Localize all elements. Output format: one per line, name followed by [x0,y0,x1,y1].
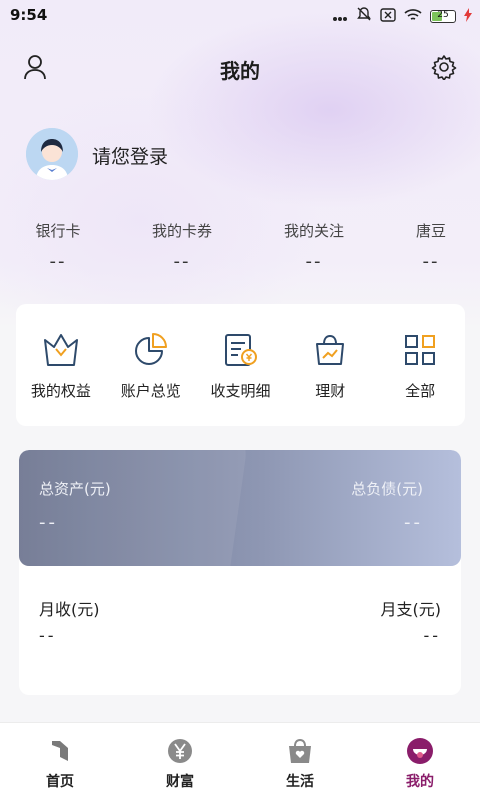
battery-indicator: 25 [430,9,456,23]
total-assets-label: 总资产(元) [39,480,111,498]
tab-label: 首页 [46,774,74,790]
stat-value: -- [305,251,323,272]
login-prompt[interactable]: 请您登录 [92,142,168,169]
stat-coupons[interactable]: 我的卡券 -- [132,220,232,272]
bell-mute-icon [356,6,372,26]
menu-item-account-overview[interactable]: 账户总览 [106,330,196,426]
tab-label: 生活 [286,774,314,790]
menu-item-label: 全部 [405,382,436,400]
menu-item-label: 理财 [315,382,346,400]
bottom-tab-bar: 首页 财富 生活 我的 [0,722,480,800]
more-dots-icon [332,7,348,26]
home-icon [46,737,74,765]
wealth-bag-icon [310,330,350,370]
grid-icon [400,330,440,370]
stat-label: 银行卡 [35,222,81,240]
bill-icon [220,330,260,370]
monthly-income-value: -- [39,626,57,645]
menu-item-all[interactable]: 全部 [375,330,465,426]
stat-label: 我的关注 [283,222,344,240]
monthly-expense-value: -- [423,626,441,645]
monthly-expense-label: 月支(元) [380,600,442,619]
asset-card-header: 总资产(元) -- 总负债(元) -- [19,450,461,566]
profile-icon [406,737,434,765]
quick-menu-card: 我的权益 账户总览 收支明细 理财 全部 [16,304,465,426]
stat-label: 我的卡券 [151,222,212,240]
stat-tang-beans[interactable]: 唐豆 -- [381,220,480,272]
tab-label: 我的 [406,774,434,790]
page-title: 我的 [220,59,260,83]
monthly-income-label: 月收(元) [39,600,100,619]
total-liabilities-value: -- [404,512,423,533]
menu-item-transactions[interactable]: 收支明细 [196,330,286,426]
menu-item-label: 账户总览 [120,382,181,400]
tab-life[interactable]: 生活 [240,723,360,791]
tab-label: 财富 [166,774,194,790]
battery-level: 25 [437,9,449,20]
stat-value: -- [422,251,440,272]
status-time: 9:54 [10,6,48,24]
tab-mine[interactable]: 我的 [360,723,480,791]
stat-value: -- [173,251,191,272]
tab-wealth[interactable]: 财富 [120,723,240,791]
tab-home[interactable]: 首页 [0,723,120,791]
pie-chart-icon [131,330,171,370]
status-bar: 9:54 25 [0,0,480,30]
menu-item-wealth[interactable]: 理财 [285,330,375,426]
status-icons: 25 [332,6,472,26]
menu-item-label: 我的权益 [30,382,91,400]
stat-bank-card[interactable]: 银行卡 -- [8,220,108,272]
total-liabilities-label: 总负债(元) [351,480,423,498]
shopping-bag-icon [286,737,314,765]
yen-icon [166,737,194,765]
total-assets-value: -- [39,512,58,533]
menu-item-benefits[interactable]: 我的权益 [16,330,106,426]
avatar[interactable] [26,128,78,180]
settings-gear-icon[interactable] [430,53,458,81]
menu-item-label: 收支明细 [210,382,271,400]
charging-icon [464,7,472,26]
wifi-icon [404,7,422,26]
decorative-shape [19,450,251,566]
asset-summary-card[interactable]: 总资产(元) -- 总负债(元) -- 月收(元) -- 月支(元) -- [19,450,461,695]
sim-off-icon [380,7,396,26]
stat-label: 唐豆 [415,222,446,240]
stat-follows[interactable]: 我的关注 -- [264,220,364,272]
stat-value: -- [49,251,67,272]
crown-icon [41,330,81,370]
